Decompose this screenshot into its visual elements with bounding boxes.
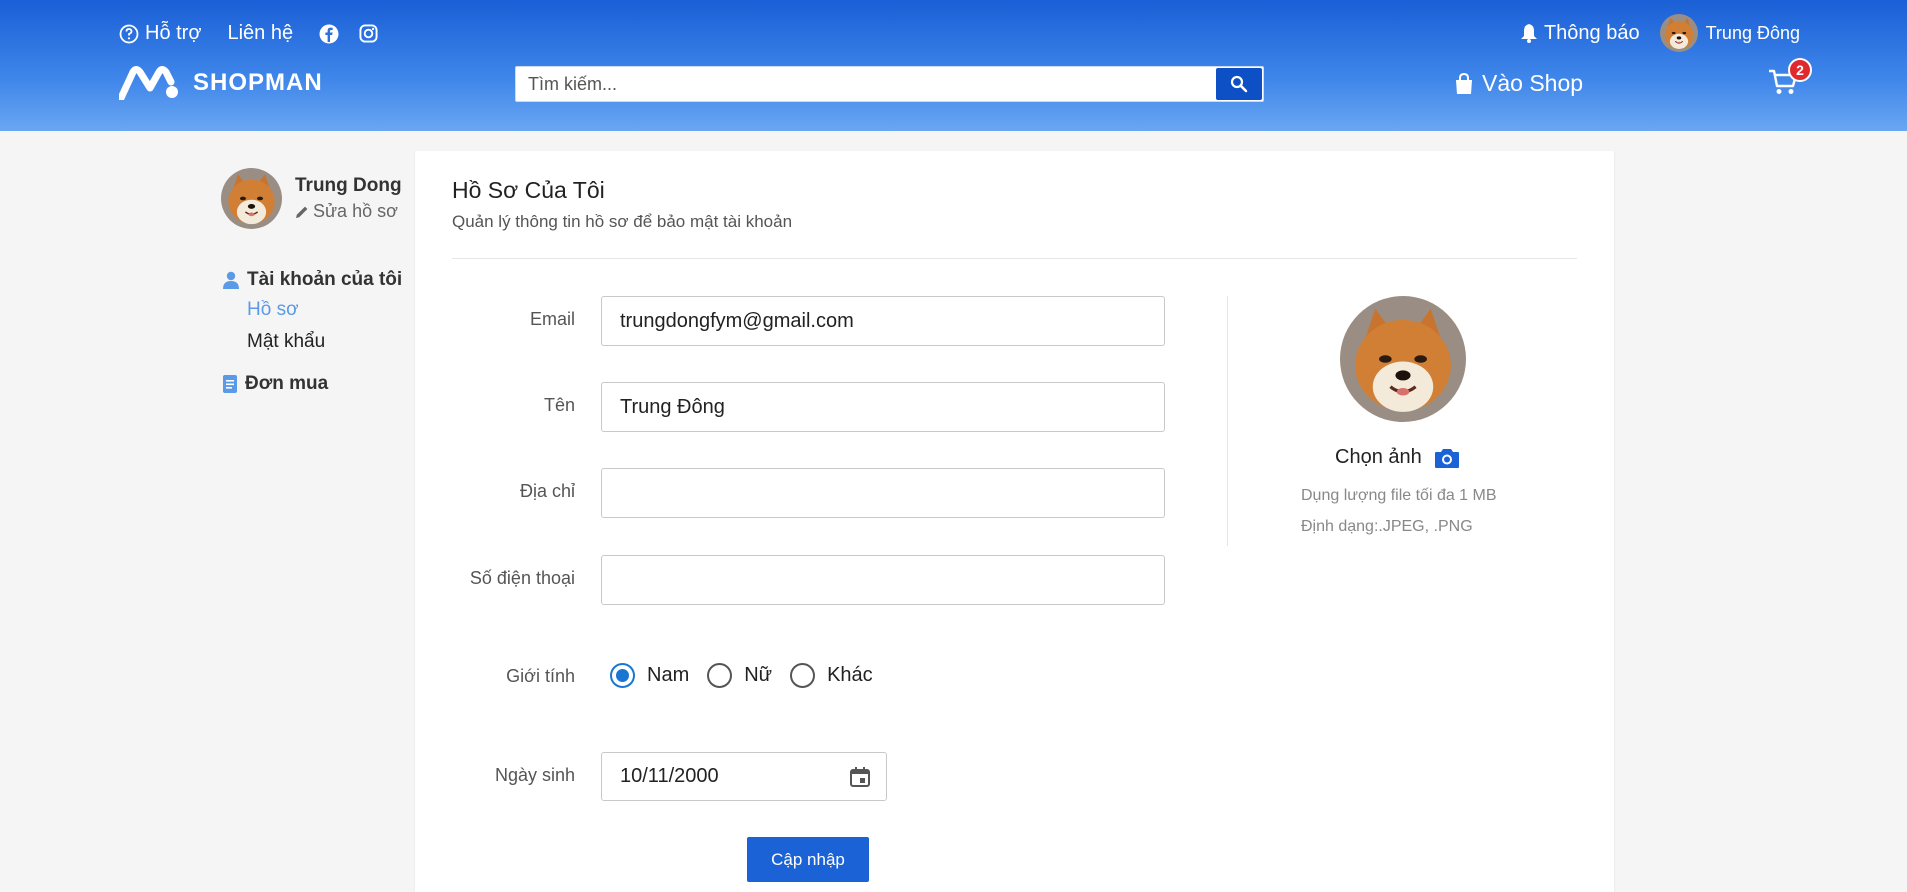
user-menu[interactable]: Trung Đông [1660,14,1800,52]
calendar-icon[interactable] [848,765,872,789]
name-label: Tên [543,395,575,415]
avatar [1660,14,1698,52]
logo[interactable]: SHOPMAN [119,66,323,100]
page-subtitle: Quản lý thông tin hồ sơ để bảo mật tài k… [452,212,793,231]
search-button[interactable] [1216,68,1262,100]
address-field[interactable] [602,469,1164,517]
shopman-logo-icon [119,66,178,100]
search-input[interactable] [516,67,1216,101]
gender-option-female[interactable]: Nữ [707,663,772,688]
user-icon [223,271,239,289]
gender-option-other[interactable]: Khác [790,663,873,688]
phone-field-box [601,555,1165,605]
edit-profile-link[interactable]: Sửa hồ sơ [295,201,402,222]
top-right: Thông báo Trung Đông [1520,14,1800,52]
contact-link[interactable]: Liên hệ [227,22,293,45]
email-label: Email [529,309,575,329]
divider [452,258,1577,259]
radio-unchecked-icon[interactable] [707,663,733,688]
cart-button[interactable]: 2 [1768,58,1812,101]
gender-option-label: Khác [827,664,873,686]
shop-label: Vào Shop [1482,70,1584,96]
birthday-date-picker[interactable]: 10/11/2000 [601,752,887,801]
top-links: Hỗ trợ Liên hệ [119,22,398,45]
user-name: Trung Đông [1705,22,1800,43]
search-icon [1230,75,1248,93]
avatar [221,168,282,229]
choose-image-label: Chọn ảnh [1335,446,1422,468]
name-field[interactable] [602,383,1164,431]
go-to-shop-link[interactable]: Vào Shop [1454,70,1583,97]
search-bar [515,66,1264,102]
email-field-box [601,296,1165,346]
question-circle-icon [119,24,139,43]
sidebar-item-label: Tài khoản của tôi [247,269,403,290]
contact-label: Liên hệ [227,22,294,44]
update-button[interactable]: Cập nhập [747,837,869,882]
sidebar-item-password[interactable]: Mật khẩu [223,326,402,358]
phone-label: Số điện thoại [469,568,575,588]
radio-checked-icon[interactable] [610,663,635,688]
bell-icon [1520,24,1537,43]
email-field[interactable] [602,297,1164,345]
support-label: Hỗ trợ [145,22,202,44]
sidebar-menu: Tài khoản của tôi Hồ sơ Mật khẩu Đơn mua [223,266,402,398]
instagram-link[interactable] [359,24,378,43]
name-field-box [601,382,1165,432]
notification-link[interactable]: Thông báo [1520,22,1640,45]
cart-count-badge: 2 [1788,58,1812,82]
birthday-value: 10/11/2000 [620,765,719,787]
sidebar-item-my-account[interactable]: Tài khoản của tôi [223,266,402,294]
sidebar-user-name: Trung Dong [295,175,402,196]
sidebar-item-profile[interactable]: Hồ sơ [223,294,402,326]
choose-image-button[interactable]: Chọn ảnh [1335,446,1460,469]
shopping-bag-icon [1456,72,1472,94]
brand-name: SHOPMAN [193,69,323,96]
edit-profile-label: Sửa hồ sơ [313,201,398,221]
page-title: Hồ Sơ Của Tôi [452,177,605,203]
gender-label: Giới tính [506,666,575,686]
facebook-link[interactable] [319,24,339,44]
profile-card: Hồ Sơ Của Tôi Quản lý thông tin hồ sơ để… [415,151,1614,892]
profile-avatar [1340,296,1466,422]
pencil-icon [296,206,308,218]
camera-icon [1434,448,1459,468]
top-header: Hỗ trợ Liên hệ Thông báo Trung Đông SHOP… [0,0,1907,131]
sidebar-item-label: Đơn mua [245,373,329,394]
document-icon [223,375,237,393]
facebook-icon [319,24,339,43]
gender-option-label: Nữ [744,664,773,686]
gender-option-male[interactable]: Nam [610,663,689,688]
address-field-box [601,468,1165,518]
sidebar-item-orders[interactable]: Đơn mua [223,370,402,398]
radio-unchecked-icon[interactable] [790,663,816,688]
file-format-note: Định dạng:.JPEG, .PNG [1301,518,1473,535]
sidebar-profile: Trung Dong Sửa hồ sơ [221,168,402,229]
gender-option-label: Nam [647,664,690,686]
instagram-icon [359,24,378,43]
gender-radio-group: Nam Nữ Khác [610,663,891,688]
notification-label: Thông báo [1543,21,1640,44]
vertical-divider [1227,296,1228,546]
file-size-note: Dụng lượng file tối đa 1 MB [1301,487,1497,504]
support-link[interactable]: Hỗ trợ [119,22,201,45]
phone-field[interactable] [602,556,1164,604]
birthday-label: Ngày sinh [494,765,575,785]
address-label: Địa chỉ [519,481,575,501]
